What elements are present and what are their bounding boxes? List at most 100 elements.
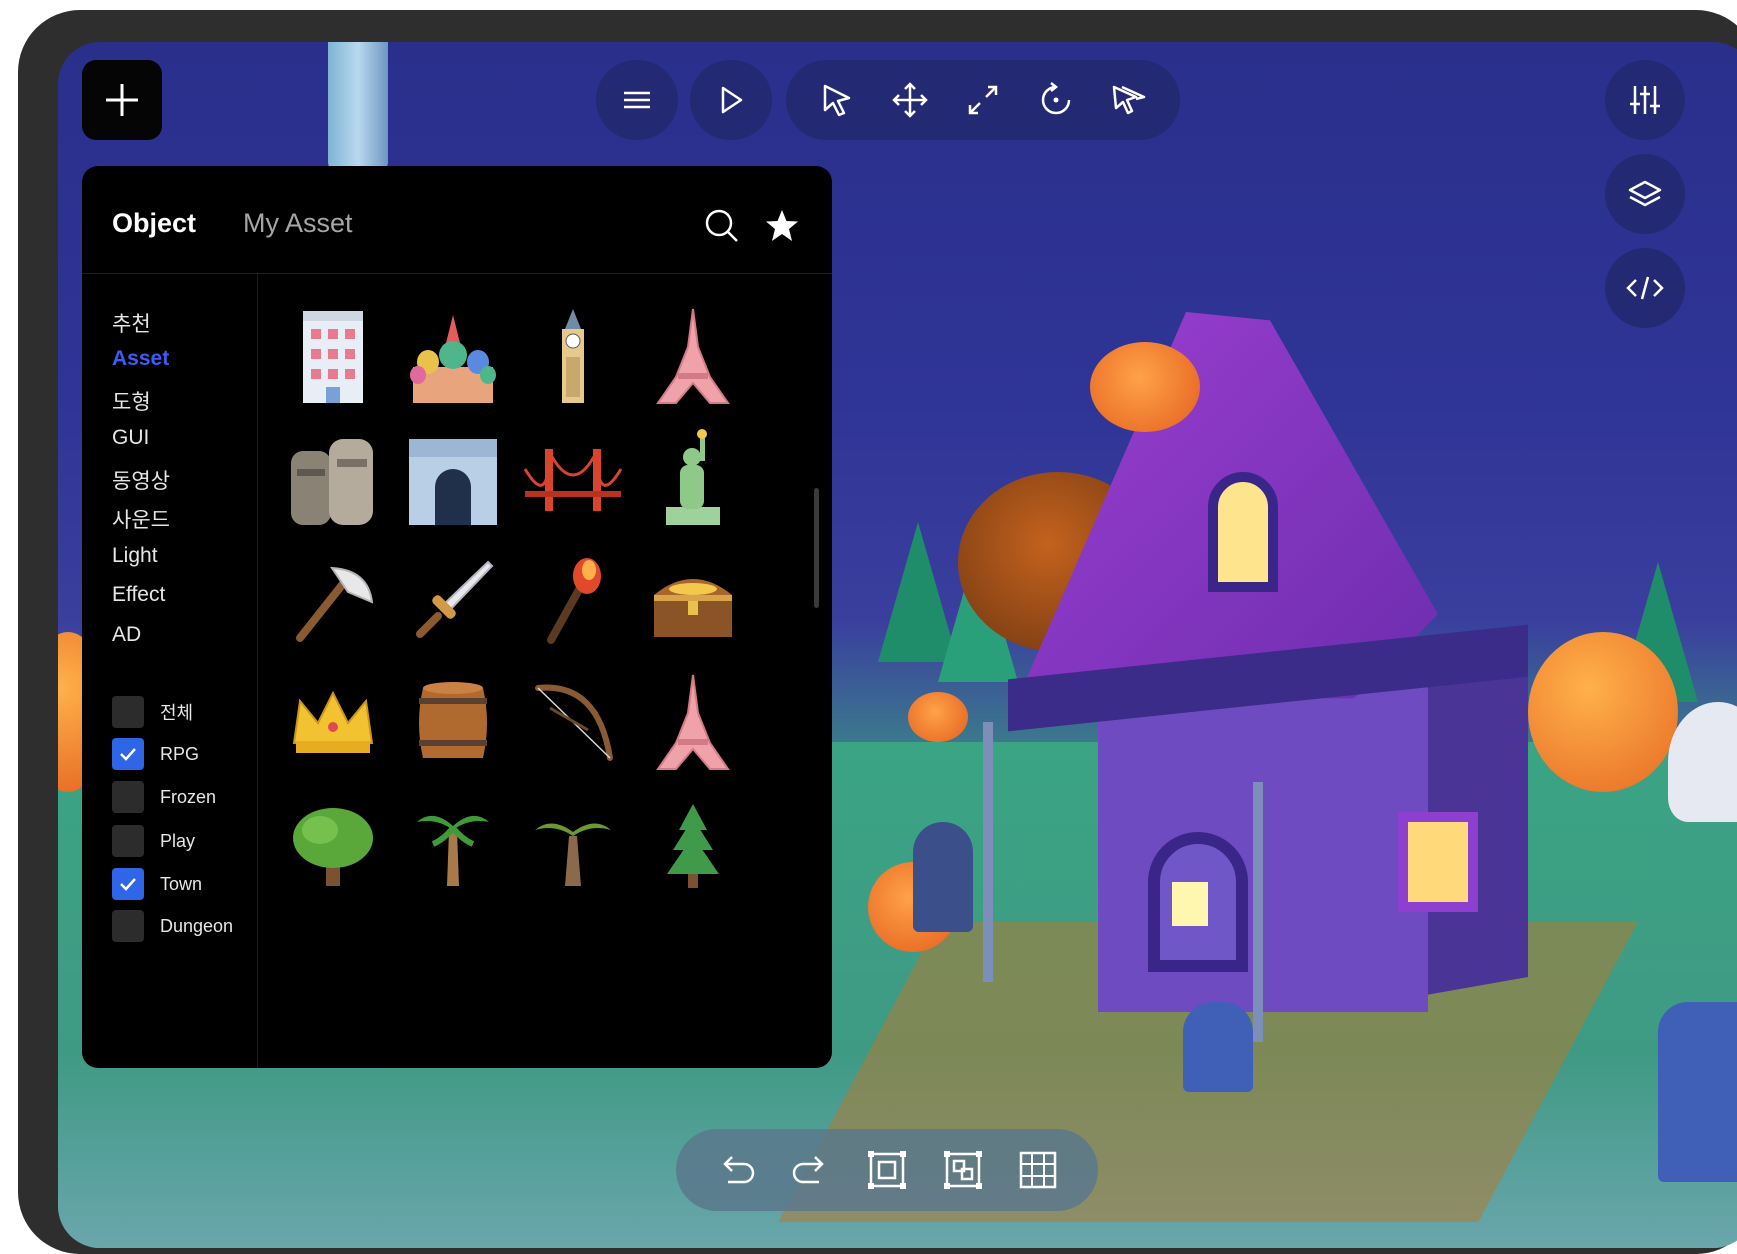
asset-treasure-chest[interactable] — [638, 546, 748, 656]
redo-button[interactable] — [787, 1146, 835, 1194]
settings-button[interactable] — [1605, 60, 1685, 140]
palm-tree-icon — [417, 815, 489, 886]
filter-label: 전체 — [160, 703, 194, 723]
group-icon — [943, 1151, 982, 1189]
arch-icon — [409, 439, 497, 525]
gravestone — [913, 822, 973, 932]
moai-icon — [291, 439, 373, 525]
filter-dungeon[interactable]: Dungeon — [112, 910, 233, 942]
category-item[interactable]: 추천 — [112, 308, 151, 338]
checkmark-icon — [120, 748, 136, 761]
category-item[interactable]: GUI — [112, 426, 149, 450]
roof-pumpkin — [1090, 342, 1200, 432]
layers-icon — [1628, 180, 1662, 207]
filter-town[interactable]: Town — [112, 868, 202, 900]
cathedral-icon — [410, 315, 496, 403]
category-item[interactable]: 도형 — [112, 386, 151, 416]
asset-sword[interactable] — [398, 546, 508, 656]
move-tool-button[interactable] — [886, 76, 934, 124]
grid-button[interactable] — [1014, 1146, 1062, 1194]
scene-pumpkin — [908, 692, 968, 742]
asset-grid — [258, 274, 832, 1068]
tree-icon — [293, 808, 373, 886]
add-object-button[interactable] — [82, 60, 162, 140]
sliders-icon — [1630, 86, 1660, 114]
category-item[interactable]: Light — [112, 544, 158, 568]
pine-tree-icon — [667, 804, 719, 888]
favorites-button[interactable] — [762, 206, 802, 246]
house-window — [1398, 812, 1478, 912]
scale-tool-button[interactable] — [959, 76, 1007, 124]
bridge-icon — [523, 449, 623, 511]
palm-tree-icon — [535, 823, 611, 886]
multi-select-tool-button[interactable] — [1105, 76, 1153, 124]
filter-label: RPG — [160, 743, 200, 764]
asset-palm-tree[interactable] — [398, 790, 508, 900]
lamp-post — [983, 722, 993, 982]
checkbox-checked[interactable] — [112, 868, 144, 900]
code-button[interactable] — [1605, 248, 1685, 328]
asset-arc-de-triomphe[interactable] — [398, 424, 508, 534]
select-tool-button[interactable] — [813, 76, 861, 124]
checkbox-checked[interactable] — [112, 738, 144, 770]
category-item-asset[interactable]: Asset — [112, 347, 169, 371]
category-item[interactable]: 동영상 — [112, 465, 170, 495]
checkmark-icon — [120, 878, 136, 891]
asset-building[interactable] — [278, 302, 388, 412]
filter-rpg[interactable]: RPG — [112, 738, 199, 770]
checkbox[interactable] — [112, 825, 144, 857]
filter-label: Play — [160, 830, 196, 851]
category-item[interactable]: Effect — [112, 583, 165, 607]
filter-all[interactable]: 전체 — [112, 696, 193, 728]
rotate-tool-button[interactable] — [1032, 76, 1080, 124]
tab-my-asset[interactable]: My Asset — [243, 208, 353, 239]
sword-icon — [416, 560, 494, 638]
menu-button[interactable] — [596, 60, 678, 140]
filter-frozen[interactable]: Frozen — [112, 781, 216, 813]
asset-barrel[interactable] — [398, 668, 508, 778]
search-button[interactable] — [702, 206, 742, 246]
asset-statue-of-liberty[interactable] — [638, 424, 748, 534]
asset-moai[interactable] — [278, 424, 388, 534]
asset-eiffel-tower[interactable] — [638, 668, 748, 778]
house-attic-window — [1208, 472, 1278, 592]
checkbox[interactable] — [112, 781, 144, 813]
rotate-icon — [1041, 82, 1071, 115]
asset-grid-scrollbar[interactable] — [814, 488, 819, 608]
tab-object[interactable]: Object — [112, 208, 196, 239]
category-item[interactable]: 사운드 — [112, 504, 170, 534]
asset-axe[interactable] — [278, 546, 388, 656]
category-sidebar: 추천 Asset 도형 GUI 동영상 사운드 Light Effect AD … — [82, 274, 258, 1068]
frame-select-icon — [867, 1151, 906, 1189]
category-item[interactable]: AD — [112, 623, 141, 647]
undo-button[interactable] — [712, 1146, 760, 1194]
asset-pine-tree[interactable] — [638, 790, 748, 900]
group-button[interactable] — [939, 1146, 987, 1194]
asset-eiffel-tower[interactable] — [638, 302, 748, 412]
bow-icon — [535, 684, 613, 761]
axe-icon — [296, 566, 374, 642]
star-icon — [766, 210, 798, 241]
checkbox[interactable] — [112, 910, 144, 942]
asset-clock-tower[interactable] — [518, 302, 628, 412]
play-button[interactable] — [690, 60, 772, 140]
crown-icon — [292, 690, 374, 753]
layers-button[interactable] — [1605, 154, 1685, 234]
asset-golden-gate-bridge[interactable] — [518, 424, 628, 534]
asset-torch[interactable] — [518, 546, 628, 656]
checkbox[interactable] — [112, 696, 144, 728]
move-arrows-icon — [892, 82, 928, 118]
multi-cursor-icon — [1113, 85, 1146, 115]
asset-cathedral[interactable] — [398, 302, 508, 412]
plus-icon — [106, 84, 138, 116]
eiffel-tower-icon — [656, 674, 730, 770]
asset-palm-tree-small[interactable] — [518, 790, 628, 900]
expand-arrows-icon — [968, 85, 998, 115]
asset-crown[interactable] — [278, 668, 388, 778]
asset-tree[interactable] — [278, 790, 388, 900]
frame-button[interactable] — [863, 1146, 911, 1194]
hamburger-icon — [624, 91, 650, 109]
filter-play[interactable]: Play — [112, 825, 195, 857]
asset-bow[interactable] — [518, 668, 628, 778]
eiffel-tower-icon — [656, 308, 730, 404]
